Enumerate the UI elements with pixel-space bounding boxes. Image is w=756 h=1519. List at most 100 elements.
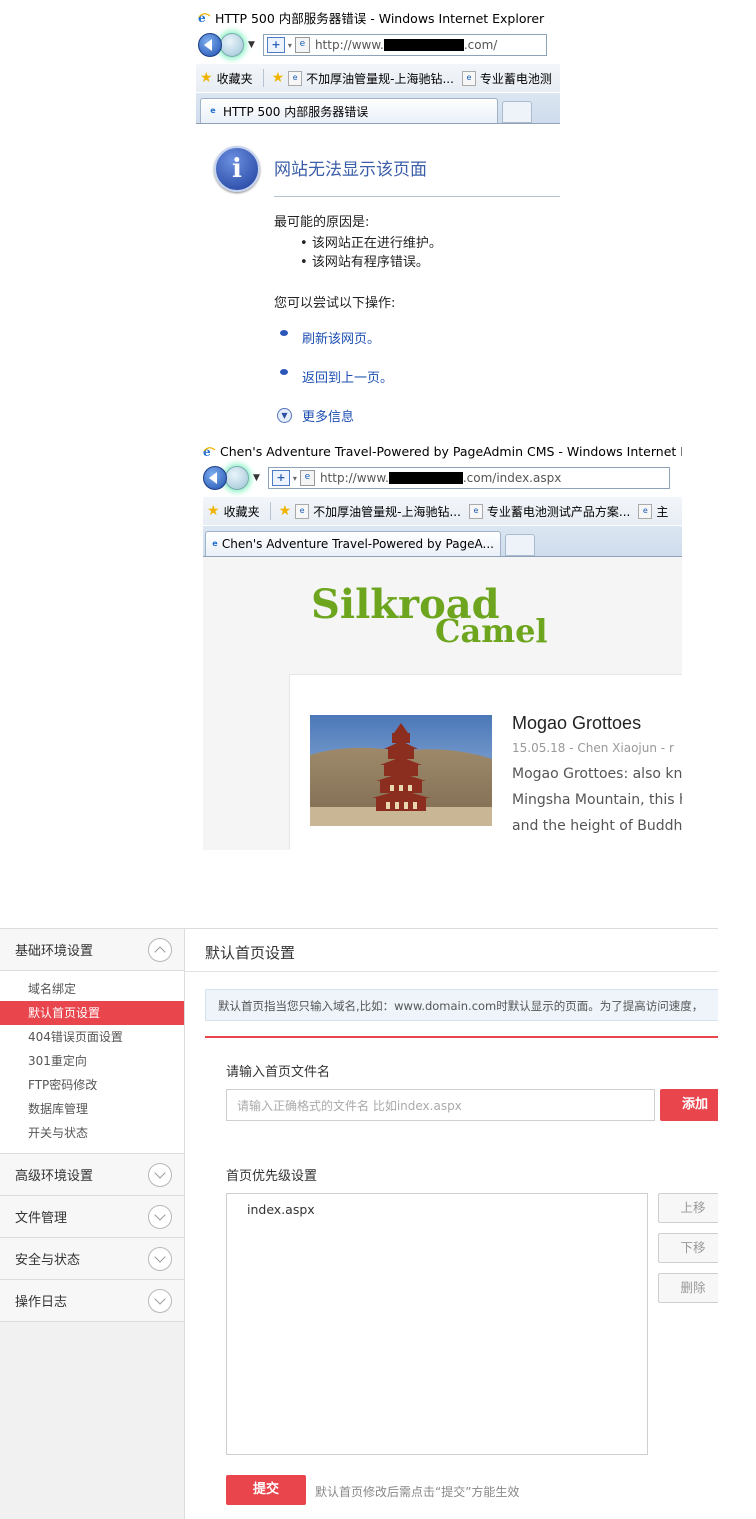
priority-label: 首页优先级设置 bbox=[226, 1169, 318, 1184]
sidebar-submenu: 域名绑定 默认首页设置 404错误页面设置 301重定向 FTP密码修改 数据库… bbox=[0, 977, 184, 1154]
fav-item[interactable]: e 专业蓄电池测试产品方案... bbox=[468, 503, 630, 520]
favorites-label[interactable]: 收藏夹 bbox=[217, 70, 253, 87]
chevron-up-icon[interactable] bbox=[148, 937, 172, 962]
window-title: HTTP 500 内部服务器错误 - Windows Internet Expl… bbox=[215, 10, 545, 26]
page-icon: e bbox=[638, 503, 653, 519]
more-info-link[interactable]: 更多信息 bbox=[302, 406, 354, 425]
new-tab-button[interactable] bbox=[502, 101, 532, 123]
sidebar-section-security[interactable]: 安全与状态 bbox=[0, 1238, 184, 1280]
sidebar-item-domain-binding[interactable]: 域名绑定 bbox=[0, 977, 184, 1001]
page-icon: e bbox=[288, 70, 303, 86]
address-bar[interactable]: + ▾ e http://www. .com/index.aspx bbox=[267, 467, 670, 489]
address-bar[interactable]: + ▾ e http://www. .com/ bbox=[262, 34, 547, 56]
priority-listbox[interactable]: index.aspx bbox=[226, 1193, 648, 1455]
nav-row: ▼ + ▾ e http://www. .com/ bbox=[198, 32, 560, 58]
page-icon: e bbox=[212, 538, 218, 548]
ie-logo-icon: e bbox=[198, 11, 211, 25]
new-tab-button[interactable] bbox=[505, 534, 535, 556]
go-back-link[interactable]: 返回到上一页。 bbox=[302, 367, 393, 386]
chevron-down-icon[interactable] bbox=[148, 1288, 172, 1313]
add-tab-icon[interactable]: + bbox=[266, 37, 285, 53]
add-tab-icon[interactable]: + bbox=[271, 470, 290, 486]
site-logo-line2[interactable]: Camel bbox=[435, 612, 548, 650]
tab-active[interactable]: e Chen's Adventure Travel-Powered by Pag… bbox=[205, 531, 501, 556]
admin-panel: 基础环境设置 域名绑定 默认首页设置 404错误页面设置 301重定向 FTP密… bbox=[0, 928, 718, 1519]
section-label: 文件管理 bbox=[15, 1211, 68, 1226]
expand-more-icon[interactable]: ▼ bbox=[277, 408, 292, 423]
sidebar-item-301-redirect[interactable]: 301重定向 bbox=[0, 1049, 184, 1073]
move-down-button[interactable]: 下移 bbox=[658, 1233, 718, 1263]
fav-item[interactable]: e 专业蓄电池测 bbox=[461, 70, 552, 87]
forward-button-icon[interactable] bbox=[225, 466, 249, 490]
page-icon: e bbox=[468, 503, 483, 519]
favorites-star-icon[interactable]: ★ bbox=[207, 503, 220, 519]
refresh-link[interactable]: 刷新该网页。 bbox=[302, 328, 380, 347]
back-button-icon[interactable] bbox=[203, 466, 227, 490]
main-content: 默认首页设置 默认首页指当您只输入域名,比如：www.domain.com时默认… bbox=[185, 929, 718, 1519]
filename-label: 请输入首页文件名 bbox=[226, 1065, 331, 1080]
divider bbox=[262, 69, 264, 87]
sidebar-item-switch-status[interactable]: 开关与状态 bbox=[0, 1121, 184, 1145]
addr-dropdown-icon[interactable]: ▾ bbox=[293, 474, 297, 483]
chevron-down-icon[interactable] bbox=[148, 1204, 172, 1229]
sidebar-item-404-page[interactable]: 404错误页面设置 bbox=[0, 1025, 184, 1049]
url-suffix: .com/index.aspx bbox=[462, 471, 562, 485]
tab-bar: e Chen's Adventure Travel-Powered by Pag… bbox=[203, 526, 682, 557]
fav-item-label: 主 bbox=[656, 504, 669, 519]
list-item[interactable]: index.aspx bbox=[227, 1194, 647, 1217]
window-title-bar: e Chen's Adventure Travel-Powered by Pag… bbox=[203, 442, 682, 460]
delete-button[interactable]: 删除 bbox=[658, 1273, 718, 1303]
bullet-icon bbox=[280, 369, 288, 375]
nav-row: ▼ + ▾ e http://www. .com/index.aspx bbox=[203, 465, 682, 491]
reason-text: 该网站正在进行维护。 bbox=[311, 236, 442, 251]
favorites-bar: ★ 收藏夹 ★ e 不加厚油管量规-上海驰钻... e 专业蓄电池测 bbox=[196, 64, 560, 92]
addr-dropdown-icon[interactable]: ▾ bbox=[288, 41, 292, 50]
forward-button-icon[interactable] bbox=[220, 33, 244, 57]
fav-item[interactable]: e 不加厚油管量规-上海驰钻... bbox=[295, 503, 461, 520]
info-tip: 默认首页指当您只输入域名,比如：www.domain.com时默认显示的页面。为… bbox=[205, 989, 718, 1021]
favorites-star-icon[interactable]: ★ bbox=[200, 70, 213, 86]
sidebar-item-default-homepage[interactable]: 默认首页设置 bbox=[0, 1001, 184, 1025]
section-label: 高级环境设置 bbox=[15, 1169, 94, 1184]
error-heading: 网站无法显示该页面 bbox=[274, 160, 427, 180]
sidebar-item-database[interactable]: 数据库管理 bbox=[0, 1097, 184, 1121]
url-prefix: http://www. bbox=[314, 38, 384, 52]
ie-logo-icon: e bbox=[203, 445, 216, 459]
fav-item[interactable]: e主 bbox=[638, 503, 668, 520]
post-card: Mogao Grottoes 15.05.18 - Chen Xiaojun -… bbox=[289, 674, 682, 850]
add-favorite-icon[interactable]: ★ bbox=[279, 503, 292, 519]
tab-active[interactable]: e HTTP 500 内部服务器错误 bbox=[200, 98, 498, 123]
post-thumbnail[interactable] bbox=[310, 715, 492, 826]
chevron-down-icon[interactable] bbox=[148, 1246, 172, 1271]
post-title[interactable]: Mogao Grottoes bbox=[512, 713, 641, 734]
reason-item: • 该网站正在进行维护。 bbox=[300, 236, 442, 251]
section-label: 操作日志 bbox=[15, 1295, 68, 1310]
favorites-label[interactable]: 收藏夹 bbox=[224, 503, 260, 520]
fav-item[interactable]: e 不加厚油管量规-上海驰钻... bbox=[288, 70, 454, 87]
move-up-button[interactable]: 上移 bbox=[658, 1193, 718, 1223]
sidebar-item-ftp-password[interactable]: FTP密码修改 bbox=[0, 1073, 184, 1097]
bullet-icon bbox=[280, 330, 288, 336]
filename-placeholder: 请输入正确格式的文件名 比如index.aspx bbox=[237, 1098, 462, 1113]
page-title: 默认首页设置 bbox=[205, 944, 296, 962]
back-button-icon[interactable] bbox=[198, 33, 222, 57]
sidebar-section-files[interactable]: 文件管理 bbox=[0, 1196, 184, 1238]
sidebar-section-logs[interactable]: 操作日志 bbox=[0, 1280, 184, 1322]
history-dropdown-icon[interactable]: ▼ bbox=[248, 40, 255, 50]
fav-item-label: 专业蓄电池测 bbox=[479, 71, 552, 86]
sidebar-section-advanced[interactable]: 高级环境设置 bbox=[0, 1154, 184, 1196]
page-icon: e bbox=[294, 37, 310, 53]
fav-item-label: 不加厚油管量规-上海驰钻... bbox=[313, 504, 461, 519]
post-meta: 15.05.18 - Chen Xiaojun - r bbox=[512, 741, 674, 755]
history-dropdown-icon[interactable]: ▼ bbox=[253, 473, 260, 483]
heading-divider bbox=[274, 196, 560, 197]
chevron-down-icon[interactable] bbox=[148, 1162, 172, 1187]
add-button[interactable]: 添加 bbox=[660, 1089, 718, 1121]
submit-hint: 默认首页修改后需点击“提交”方能生效 bbox=[315, 1485, 520, 1499]
sidebar-section-basic[interactable]: 基础环境设置 bbox=[0, 929, 184, 971]
add-favorite-icon[interactable]: ★ bbox=[272, 70, 285, 86]
title-divider bbox=[185, 971, 718, 972]
filename-input[interactable]: 请输入正确格式的文件名 比如index.aspx bbox=[226, 1089, 655, 1121]
post-excerpt-line: and the height of Buddhis bbox=[512, 818, 682, 834]
submit-button[interactable]: 提交 bbox=[226, 1475, 306, 1505]
